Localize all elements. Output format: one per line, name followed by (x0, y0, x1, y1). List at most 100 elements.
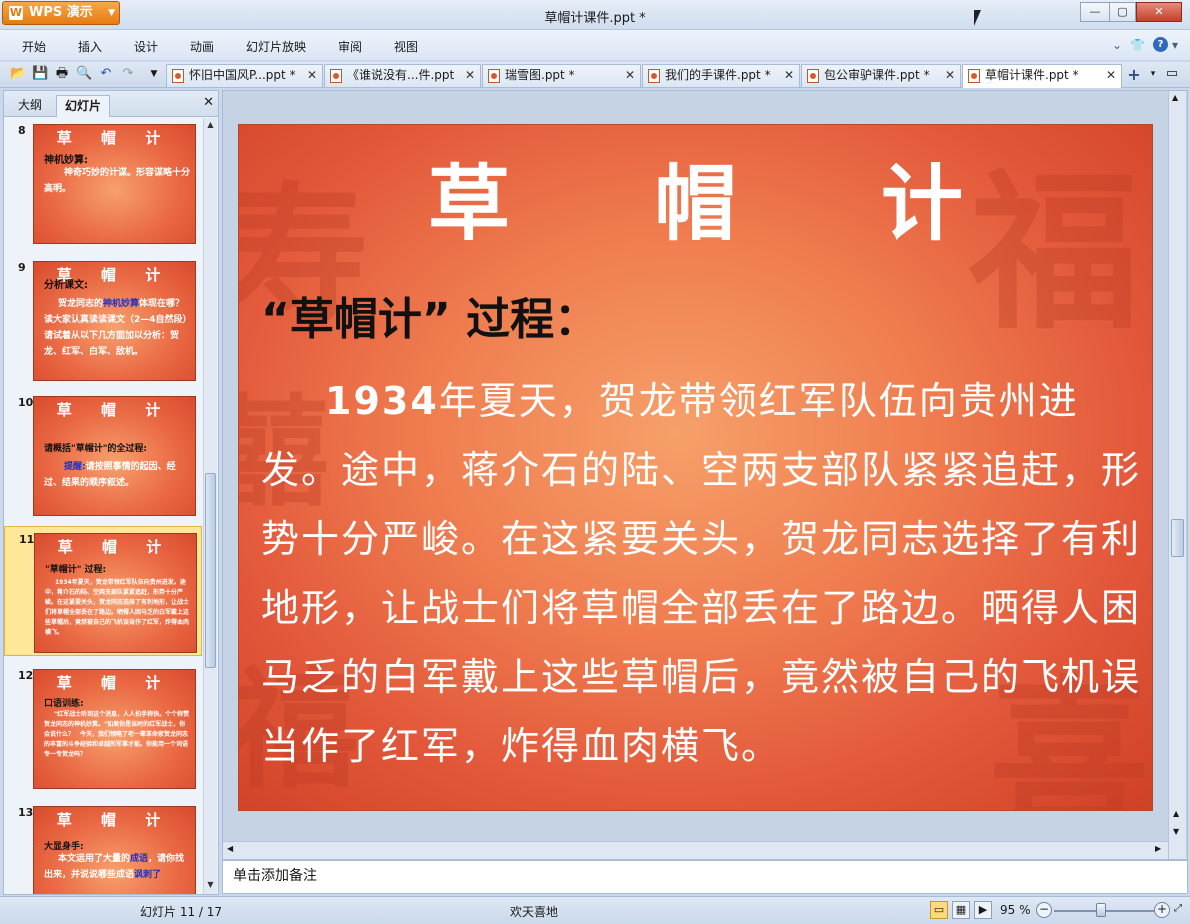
slide-thumbnail-8[interactable]: 8 草 帽 计 神机妙算: 神奇巧妙的计谋。形容谋略十分高明。 (4, 118, 202, 248)
help-icon[interactable]: ? (1153, 37, 1168, 52)
close-tab-icon[interactable]: ✕ (465, 65, 475, 86)
scrollbar-thumb[interactable] (1171, 519, 1184, 557)
customize-toolbar-icon[interactable]: ▼ (146, 66, 162, 82)
thumbnail-text: "红军战士听到这个消息，人人拍手称快。个个称赞贺龙同志的神机妙算。"如果你是当时… (44, 711, 190, 758)
thumbnail-number: 10 (18, 396, 34, 409)
zoom-slider-knob[interactable] (1096, 903, 1106, 917)
thumbnail-text: 提醒:请按照事情的起因、经过、结果的顺序叙述。 (44, 462, 176, 488)
skin-shirt-icon[interactable]: 👕 (1130, 38, 1145, 52)
doc-tab[interactable]: 我们的手课件.ppt * ✕ (642, 64, 800, 87)
tab-list-dropdown-icon[interactable]: ▾ (1145, 66, 1161, 82)
maximize-button[interactable]: ▢ (1109, 2, 1136, 22)
next-slide-icon[interactable]: ▼ (1173, 827, 1179, 836)
slide-thumbnail-12[interactable]: 12 草 帽 计 口语训练: "红军战士听到这个消息，人人拍手称快。个个称赞贺龙… (4, 663, 202, 793)
thumbnail-number: 13 (18, 806, 34, 819)
ppt-file-icon (488, 69, 500, 83)
previous-slide-icon[interactable]: ▲ (1173, 809, 1179, 818)
menu-design[interactable]: 设计 (134, 38, 158, 55)
slide-thumbnail-9[interactable]: 9 草 帽 计 分析课文: 贺龙同志的神机妙算体现在哪？读大家认真读读课文（2—… (4, 255, 202, 385)
window-title: 草帽计课件.ppt * (544, 11, 646, 26)
slide-body-text[interactable]: 1934年夏天，贺龙带领红军队伍向贵州进发。途中，蒋介石的陆、空两支部队紧紧追赶… (261, 367, 1146, 781)
menu-slideshow[interactable]: 幻灯片放映 (246, 38, 306, 55)
doc-tab-active[interactable]: 草帽计课件.ppt * ✕ (962, 64, 1122, 88)
doc-tab-label: 怀旧中国风P...ppt * (189, 68, 296, 82)
menu-home[interactable]: 开始 (22, 38, 46, 55)
mouse-cursor-icon (974, 10, 988, 26)
help-dropdown-icon[interactable]: ▾ (1172, 38, 1178, 52)
slide-heading[interactable]: “草帽计” 过程： (261, 283, 598, 347)
close-panel-icon[interactable]: ✕ (203, 95, 214, 110)
menu-view[interactable]: 视图 (394, 38, 418, 55)
slideshow-play-icon[interactable]: ▶ (974, 901, 992, 919)
thumbnail-image: 草 帽 计 "草帽计" 过程: 1934年夏天，贺龙带领红军队伍向贵州进发。途中… (34, 533, 197, 653)
doc-tab-label: 瑞雪图.ppt * (505, 68, 575, 82)
thumbnail-image: 草 帽 计 口语训练: "红军战士听到这个消息，人人拍手称快。个个称赞贺龙同志的… (33, 669, 196, 789)
print-preview-icon[interactable]: 🔍 (76, 66, 92, 82)
doc-tab[interactable]: 怀旧中国风P...ppt * ✕ (166, 64, 323, 87)
zoom-in-icon[interactable]: + (1154, 902, 1170, 918)
doc-tab[interactable]: 《谁说没有...件.ppt ✕ (324, 64, 481, 87)
print-icon[interactable]: 🖶 (54, 66, 70, 82)
thumbnail-list: 8 草 帽 计 神机妙算: 神奇巧妙的计谋。形容谋略十分高明。 9 草 帽 计 … (4, 118, 202, 894)
tab-outline[interactable]: 大纲 (10, 95, 50, 117)
close-tab-icon[interactable]: ✕ (1106, 65, 1116, 86)
scroll-right-icon[interactable]: ▶ (1155, 844, 1161, 853)
title-bar: W WPS 演示 ▼ 草帽计课件.ppt * — ▢ ✕ (0, 0, 1190, 30)
notes-field[interactable]: 单击添加备注 (222, 860, 1188, 894)
thumbnail-scrollbar[interactable]: ▲ ▼ (203, 118, 217, 894)
current-slide[interactable]: 寿 囍 福 喜 禧 草 帽 计 “草帽计” 过程： 1934年夏天，贺龙带领红军… (239, 125, 1152, 810)
minimize-button[interactable]: — (1080, 2, 1110, 22)
slide-editor: 寿 囍 福 喜 禧 草 帽 计 “草帽计” 过程： 1934年夏天，贺龙带领红军… (222, 90, 1188, 860)
fit-window-icon[interactable]: ⤢ (1174, 903, 1182, 914)
thumbnail-number: 12 (18, 669, 34, 682)
tab-layout-icon[interactable]: ▭ (1164, 66, 1180, 82)
slide-counter: 幻灯片 11 / 17 (140, 905, 223, 919)
menu-insert[interactable]: 插入 (78, 38, 102, 55)
close-tab-icon[interactable]: ✕ (307, 65, 317, 86)
scrollbar-thumb[interactable] (205, 473, 216, 668)
thumbnail-heading: 请概括"草帽计"的全过程: (44, 444, 147, 454)
redo-icon[interactable]: ↷ (120, 66, 136, 82)
thumbnail-title: 草 帽 计 (56, 401, 173, 419)
slide-sorter-icon[interactable]: ▦ (952, 901, 970, 919)
thumbnail-image: 草 帽 计 请概括"草帽计"的全过程: 提醒:请按照事情的起因、经过、结果的顺序… (33, 396, 196, 516)
scroll-left-icon[interactable]: ◀ (227, 844, 233, 853)
ppt-file-icon (648, 69, 660, 83)
close-window-button[interactable]: ✕ (1136, 2, 1182, 22)
doc-tab[interactable]: 瑞雪图.ppt * ✕ (482, 64, 641, 87)
menu-bar: 开始 插入 设计 动画 幻灯片放映 审阅 视图 ⌄ 👕 ? ▾ (0, 30, 1190, 60)
close-tab-icon[interactable]: ✕ (945, 65, 955, 86)
slide-thumbnail-10[interactable]: 10 草 帽 计 请概括"草帽计"的全过程: 提醒:请按照事情的起因、经过、结果… (4, 390, 202, 520)
thumbnail-heading: 分析课文: (44, 280, 88, 291)
thumbnail-number: 9 (18, 261, 26, 274)
slide-title[interactable]: 草 帽 计 (239, 137, 1152, 256)
scroll-down-icon[interactable]: ▼ (204, 880, 217, 889)
new-tab-plus-icon[interactable]: + (1124, 65, 1144, 85)
doc-tab-label: 包公审驴课件.ppt * (824, 68, 930, 82)
thumbnail-heading: 口语训练: (44, 699, 84, 709)
doc-tab[interactable]: 包公审驴课件.ppt * ✕ (801, 64, 961, 87)
scroll-up-icon[interactable]: ▲ (204, 120, 217, 129)
collapse-ribbon-icon[interactable]: ⌄ (1112, 38, 1122, 52)
undo-icon[interactable]: ↶ (98, 66, 114, 82)
doc-tab-label: 《谁说没有...件.ppt (347, 68, 455, 82)
menu-review[interactable]: 审阅 (338, 38, 362, 55)
save-icon[interactable]: 💾 (32, 66, 48, 82)
slide-thumbnail-11-selected[interactable]: 11 草 帽 计 "草帽计" 过程: 1934年夏天，贺龙带领红军队伍向贵州进发… (4, 526, 202, 656)
slide-thumbnail-13[interactable]: 13 草 帽 计 大显身手: 本文运用了大量的成语，请你找出来，并说说哪些成语讽… (4, 800, 202, 894)
scroll-up-icon[interactable]: ▲ (1172, 93, 1178, 102)
editor-horizontal-scrollbar[interactable]: ◀ ▶ (223, 841, 1168, 859)
editor-vertical-scrollbar[interactable]: ▲ ▲ ▼ (1168, 91, 1186, 859)
menu-animation[interactable]: 动画 (190, 38, 214, 55)
close-tab-icon[interactable]: ✕ (625, 65, 635, 86)
body-text: 年夏天，贺龙带领红军队伍向贵州进发。途中，蒋介石的陆、空两支部队紧紧追赶，形势十… (261, 379, 1142, 768)
thumbnail-title: 草 帽 计 (56, 129, 173, 147)
thumbnail-image: 草 帽 计 分析课文: 贺龙同志的神机妙算体现在哪？读大家认真读读课文（2—4自… (33, 261, 196, 381)
open-folder-icon[interactable]: 📂 (10, 66, 26, 82)
zoom-out-icon[interactable]: − (1036, 902, 1052, 918)
close-tab-icon[interactable]: ✕ (784, 65, 794, 86)
normal-view-icon[interactable]: ▭ (930, 901, 948, 919)
ppt-file-icon (330, 69, 342, 83)
tab-slides[interactable]: 幻灯片 (56, 95, 111, 117)
year-text: 1934 (325, 379, 439, 423)
